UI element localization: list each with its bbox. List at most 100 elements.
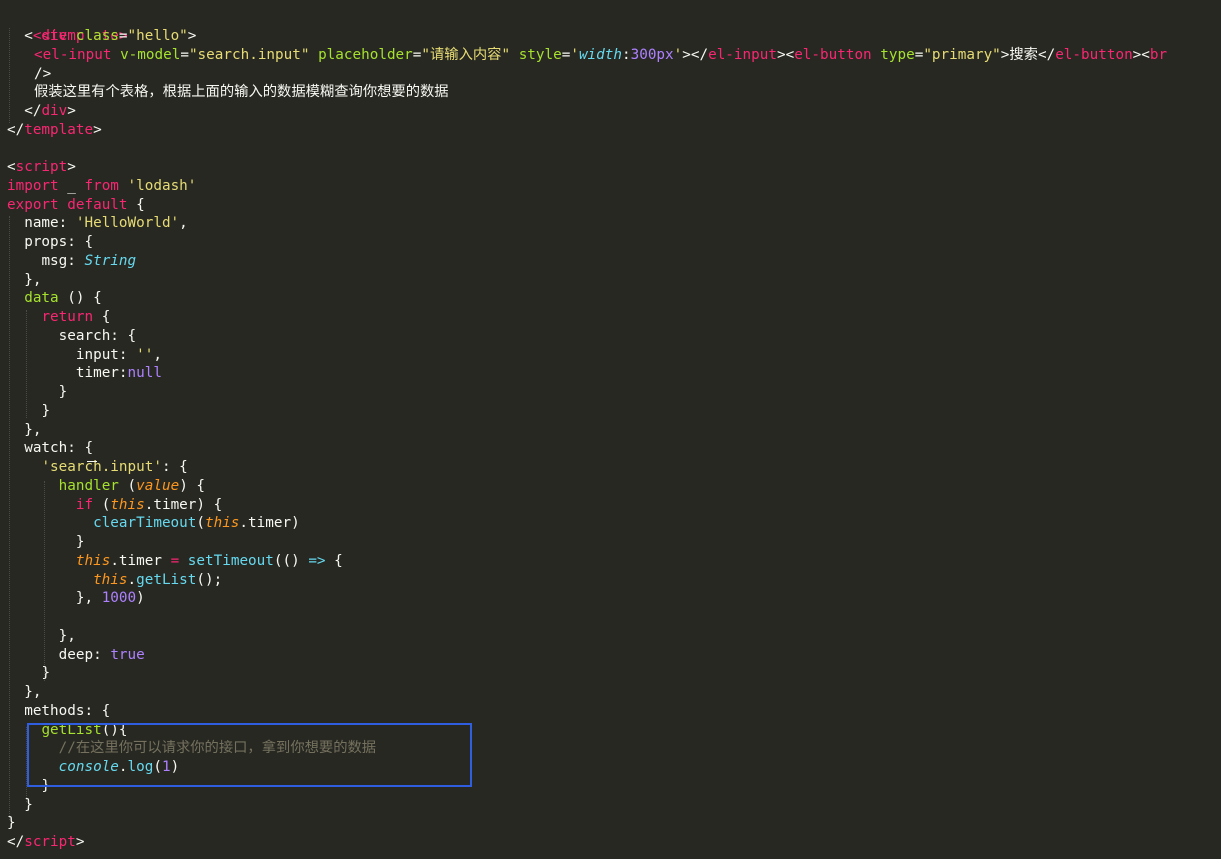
code-token: el-button — [794, 47, 872, 63]
code-line-10: import _ from 'lodash' — [7, 177, 196, 196]
code-token: template — [24, 122, 94, 138]
code-token: : — [622, 47, 631, 63]
code-token: placeholder — [318, 47, 413, 63]
code-line-36: } — [7, 664, 50, 683]
code-token: <el-input — [34, 47, 112, 63]
code-token: true — [110, 647, 145, 663]
code-token: deep: — [58, 647, 111, 663]
code-line-9: <script> — [7, 158, 76, 177]
code-token: search: { — [58, 328, 137, 344]
code-token: = — [170, 553, 180, 569]
code-token: el-input — [708, 47, 777, 63]
code-token: export — [7, 197, 59, 213]
code-line-16: data () { — [7, 289, 102, 308]
bracket-match-underline — [87, 461, 97, 462]
code-token: input: — [75, 347, 137, 363]
code-token: ) — [136, 590, 145, 606]
code-token: ( — [118, 478, 137, 494]
code-line-4: /> — [34, 65, 51, 84]
code-token: > — [67, 103, 76, 119]
code-line-27: if (this.timer) { — [7, 496, 222, 515]
code-token: { — [93, 309, 111, 325]
code-token: this — [75, 553, 111, 569]
code-line-5: 假装这里有个表格，根据上面的输入的数据模糊查询你想要的数据 — [34, 83, 449, 102]
code-token: data — [24, 290, 59, 306]
code-token: ) { — [179, 478, 206, 494]
code-token: "hello" — [127, 28, 188, 44]
code-token: () { — [58, 290, 102, 306]
code-token: : { — [161, 459, 188, 475]
code-token: style — [518, 47, 562, 63]
code-token: .timer) — [239, 515, 300, 531]
code-token: null — [127, 365, 162, 381]
code-token: 1000 — [101, 590, 137, 606]
code-line-32: }, 1000) — [7, 589, 145, 608]
code-token: .timer) { — [144, 497, 223, 513]
code-line-12: name: 'HelloWorld', — [7, 214, 188, 233]
code-token: ( — [196, 515, 205, 531]
code-token: "search.input" — [188, 47, 310, 63]
code-line-23: }, — [7, 421, 41, 440]
code-line-44: } — [7, 814, 16, 833]
code-token: el-button — [1055, 47, 1133, 63]
code-token: br — [1149, 47, 1168, 63]
code-token: 'search.input' — [41, 459, 162, 475]
code-token: from — [84, 178, 119, 194]
code-line-14: msg: String — [7, 252, 136, 271]
code-token: setTimeout — [187, 553, 274, 569]
code-token: <div — [32, 28, 68, 44]
code-line-29: } — [7, 533, 85, 552]
code-token: </ — [7, 834, 25, 850]
code-token: > — [187, 28, 197, 44]
code-token: msg: — [41, 253, 85, 269]
code-token: ' — [570, 47, 579, 63]
code-line-24: watch: { — [7, 439, 93, 458]
code-token: ></ — [682, 47, 709, 63]
code-token: handler — [58, 478, 119, 494]
code-line-25: 'search.input': { — [7, 458, 188, 477]
code-token: .timer — [110, 553, 171, 569]
code-line-34: }, — [7, 627, 76, 646]
code-token: > — [93, 122, 102, 138]
code-line-17: return { — [7, 308, 110, 327]
code-line-3: <el-input v-model="search.input" placeho… — [34, 46, 1167, 65]
code-token: </ — [7, 122, 25, 138]
code-token: }, — [24, 684, 42, 700]
code-token: } — [58, 384, 68, 400]
code-token: > — [67, 159, 76, 175]
code-token: >< — [1132, 47, 1150, 63]
code-token: }, — [58, 628, 76, 644]
code-token: script — [24, 834, 76, 850]
code-token: ' — [673, 47, 683, 63]
code-token: return — [41, 309, 94, 325]
code-token: v-model — [120, 47, 181, 63]
code-token: = — [180, 47, 189, 63]
code-token: 300px — [630, 47, 674, 63]
annotation-highlight-box — [27, 723, 472, 787]
code-token: (() — [273, 553, 309, 569]
code-token: > — [75, 834, 85, 850]
code-token: this — [204, 515, 240, 531]
code-token: ( — [93, 497, 111, 513]
code-token: } — [41, 403, 51, 419]
code-token: import — [7, 178, 59, 194]
code-line-11: export default { — [7, 196, 145, 215]
code-token: } — [41, 665, 51, 681]
code-token: }, — [24, 422, 42, 438]
code-line-18: search: { — [7, 327, 136, 346]
code-line-2: <<div class="hello"> — [7, 27, 196, 46]
code-line-7: </template> — [7, 121, 102, 140]
code-token: < — [7, 159, 16, 175]
code-editor[interactable]: <template> <<div class="hello"> <el-inpu… — [0, 0, 1221, 859]
code-token: 'lodash' — [127, 178, 197, 194]
code-token: script — [15, 159, 68, 175]
code-token: class — [75, 28, 119, 44]
code-token: clearTimeout — [93, 515, 197, 531]
code-line-37: }, — [7, 683, 41, 702]
code-line-13: props: { — [7, 233, 93, 252]
code-token: _ — [58, 178, 85, 194]
code-token: getList — [136, 572, 197, 588]
code-line-28: clearTimeout(this.timer) — [7, 514, 300, 533]
code-token: }, — [75, 590, 102, 606]
code-token: >搜索</ — [1000, 47, 1056, 63]
